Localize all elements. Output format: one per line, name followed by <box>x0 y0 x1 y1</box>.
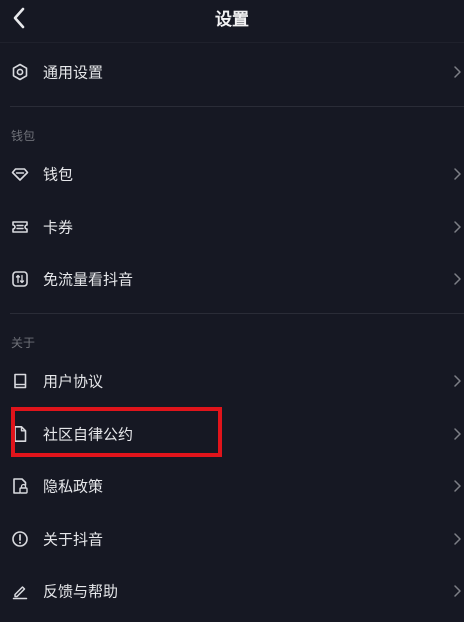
menu-item-label: 通用设置 <box>43 63 104 82</box>
info-circle-icon <box>10 529 30 549</box>
menu-item-label: 用户协议 <box>43 372 104 391</box>
section-divider <box>10 313 464 314</box>
chevron-right-icon <box>452 65 462 79</box>
book-icon <box>10 371 30 391</box>
chevron-right-icon <box>452 532 462 546</box>
menu-item-label: 反馈与帮助 <box>43 582 119 601</box>
menu-item-coupons[interactable]: 卡券 <box>0 207 464 247</box>
hexagon-settings-icon <box>10 62 30 82</box>
header-divider <box>0 42 464 43</box>
section-title-wallet: 钱包 <box>11 129 36 143</box>
section-title-about: 关于 <box>11 336 36 350</box>
chevron-right-icon <box>452 167 462 181</box>
top-bar: 设置 <box>0 0 464 40</box>
menu-item-feedback-help[interactable]: 反馈与帮助 <box>0 571 464 611</box>
ticket-icon <box>10 217 30 237</box>
menu-item-label: 隐私政策 <box>43 477 104 496</box>
menu-item-label: 社区自律公约 <box>43 425 134 444</box>
menu-item-general-settings[interactable]: 通用设置 <box>0 52 464 92</box>
menu-item-label: 关于抖音 <box>43 530 104 549</box>
data-free-icon <box>10 269 30 289</box>
menu-item-about-douyin[interactable]: 关于抖音 <box>0 519 464 559</box>
diamond-icon <box>10 164 30 184</box>
chevron-right-icon <box>452 374 462 388</box>
page-title: 设置 <box>215 10 249 30</box>
document-icon <box>10 424 30 444</box>
menu-item-wallet[interactable]: 钱包 <box>0 154 464 194</box>
edit-pen-icon <box>10 581 30 601</box>
menu-item-community-guidelines[interactable]: 社区自律公约 <box>0 414 464 454</box>
menu-item-label: 卡券 <box>43 218 74 237</box>
menu-item-data-free[interactable]: 免流量看抖音 <box>0 259 464 299</box>
menu-item-privacy-policy[interactable]: 隐私政策 <box>0 466 464 506</box>
chevron-right-icon <box>452 272 462 286</box>
privacy-lock-icon <box>10 476 30 496</box>
menu-item-user-agreement[interactable]: 用户协议 <box>0 361 464 401</box>
chevron-right-icon <box>452 479 462 493</box>
chevron-right-icon <box>452 584 462 598</box>
menu-item-label: 钱包 <box>43 165 74 184</box>
menu-item-label: 免流量看抖音 <box>43 270 134 289</box>
chevron-right-icon <box>452 427 462 441</box>
chevron-right-icon <box>452 220 462 234</box>
section-divider <box>10 106 464 107</box>
